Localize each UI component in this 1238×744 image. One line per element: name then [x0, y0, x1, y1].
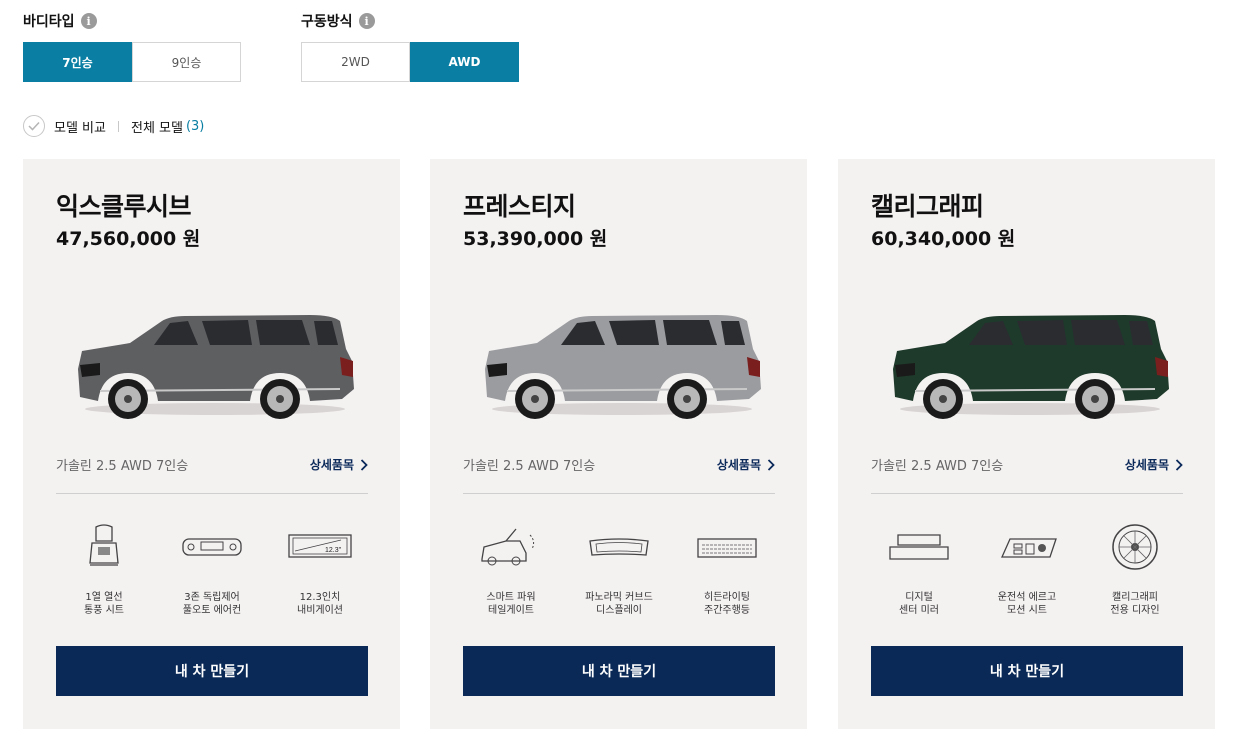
- trim-name: 캘리그래피: [871, 192, 984, 221]
- feature-text: 운전석 에르고 모션 시트: [997, 592, 1057, 616]
- feature-list: 1열 열선 통풍 시트 3존 독립제어 풀오토 에어컨 12.3" 12.3인치…: [56, 523, 368, 617]
- feature-item: 캘리그래피 전용 디자인: [1087, 523, 1183, 617]
- feature-item: 운전석 에르고 모션 시트: [979, 523, 1075, 617]
- detail-link-label: 상세품목: [309, 458, 354, 472]
- model-count: (3): [185, 118, 205, 134]
- trim-name: 익스클루시브: [56, 192, 192, 221]
- check-icon: [28, 121, 40, 131]
- body-type-option-9[interactable]: 9인승: [132, 42, 241, 82]
- drive-option-2wd[interactable]: 2WD: [301, 42, 410, 82]
- trim-price: 53,390,000 원: [463, 228, 608, 250]
- body-type-segmented: 7인승 9인승: [23, 42, 241, 82]
- car-image: [893, 315, 1169, 419]
- detail-link-label: 상세품목: [716, 458, 761, 472]
- feature-text: 디지털 센터 미러: [899, 592, 939, 616]
- divider: [463, 493, 775, 494]
- trim-price: 60,340,000 원: [871, 228, 1016, 250]
- feature-item: 파노라믹 커브드 디스플레이: [571, 523, 667, 617]
- feature-text: 3존 독립제어 풀오토 에어컨: [182, 592, 242, 616]
- drive-option-awd[interactable]: AWD: [410, 42, 519, 82]
- detail-link-label: 상세품목: [1124, 458, 1169, 472]
- compare-checkbox[interactable]: [23, 115, 45, 137]
- compare-label[interactable]: 모델 비교: [54, 117, 106, 136]
- trim-card: 프레스티지 53,390,000 원 가솔린 2.5 AWD 7인승 상세품목: [430, 159, 807, 729]
- svg-text:12.3": 12.3": [325, 547, 342, 554]
- build-my-car-button[interactable]: 내 차 만들기: [463, 646, 775, 696]
- drive-label: 구동방식: [301, 14, 353, 30]
- divider: [117, 120, 119, 132]
- detail-link[interactable]: 상세품목: [717, 456, 775, 473]
- trim-card: 익스클루시브 47,560,000 원 가솔린 2.5 AWD 7인승 상세품목: [23, 159, 400, 729]
- navigation-display-icon: 12.3": [285, 523, 355, 575]
- chevron-right-icon: [360, 458, 368, 471]
- info-icon[interactable]: i: [80, 13, 97, 29]
- feature-item: 12.3" 12.3인치 내비게이션: [272, 523, 368, 617]
- feature-item: 디지털 센터 미러: [871, 523, 967, 617]
- car-image: [485, 315, 761, 419]
- feature-text: 캘리그래피 전용 디자인: [1110, 592, 1160, 616]
- power-tailgate-icon: [476, 523, 546, 575]
- trim-spec: 가솔린 2.5 AWD 7인승: [463, 459, 596, 474]
- trim-price: 47,560,000 원: [56, 228, 201, 250]
- body-type-filter: 바디타입 i 7인승 9인승: [23, 10, 241, 82]
- digital-mirror-icon: [884, 523, 954, 575]
- feature-item: 1열 열선 통풍 시트: [56, 523, 152, 617]
- all-models-label: 전체 모델: [130, 120, 183, 136]
- chevron-right-icon: [767, 458, 775, 471]
- feature-text: 1열 열선 통풍 시트: [84, 592, 124, 616]
- heated-seat-icon: [74, 523, 134, 575]
- feature-text: 히든라이팅 주간주행등: [704, 592, 750, 616]
- feature-text: 스마트 파워 테일게이트: [486, 592, 536, 616]
- curved-display-icon: [584, 523, 654, 575]
- build-my-car-button[interactable]: 내 차 만들기: [871, 646, 1183, 696]
- feature-list: 스마트 파워 테일게이트 파노라믹 커브드 디스플레이 히든라이팅 주간주행등: [463, 523, 775, 617]
- climate-control-icon: [177, 523, 247, 575]
- calligraphy-wheel-icon: [1105, 523, 1165, 575]
- body-type-option-7[interactable]: 7인승: [23, 42, 132, 82]
- trim-spec: 가솔린 2.5 AWD 7인승: [56, 459, 189, 474]
- feature-item: 3존 독립제어 풀오토 에어컨: [164, 523, 260, 617]
- ergo-seat-icon: [992, 523, 1062, 575]
- car-image: [78, 315, 354, 419]
- info-icon[interactable]: i: [358, 13, 375, 29]
- divider: [56, 493, 368, 494]
- feature-list: 디지털 센터 미러 운전석 에르고 모션 시트 캘리그래피 전용 디자인: [871, 523, 1183, 617]
- detail-link[interactable]: 상세품목: [310, 456, 368, 473]
- drive-segmented: 2WD AWD: [301, 42, 519, 82]
- feature-item: 스마트 파워 테일게이트: [463, 523, 559, 617]
- detail-link[interactable]: 상세품목: [1125, 456, 1183, 473]
- divider: [871, 493, 1183, 494]
- trim-name: 프레스티지: [463, 192, 576, 221]
- trim-spec: 가솔린 2.5 AWD 7인승: [871, 459, 1004, 474]
- body-type-label: 바디타입: [23, 14, 75, 30]
- chevron-right-icon: [1175, 458, 1183, 471]
- hidden-lighting-icon: [692, 523, 762, 575]
- feature-text: 파노라믹 커브드 디스플레이: [585, 592, 653, 616]
- trim-card: 캘리그래피 60,340,000 원 가솔린 2.5 AWD 7인승 상세품목: [838, 159, 1215, 729]
- build-my-car-button[interactable]: 내 차 만들기: [56, 646, 368, 696]
- drive-filter: 구동방식 i 2WD AWD: [301, 10, 519, 82]
- feature-item: 히든라이팅 주간주행등: [679, 523, 775, 617]
- compare-row: 모델 비교 전체 모델 (3): [23, 115, 204, 137]
- feature-text: 12.3인치 내비게이션: [297, 592, 343, 616]
